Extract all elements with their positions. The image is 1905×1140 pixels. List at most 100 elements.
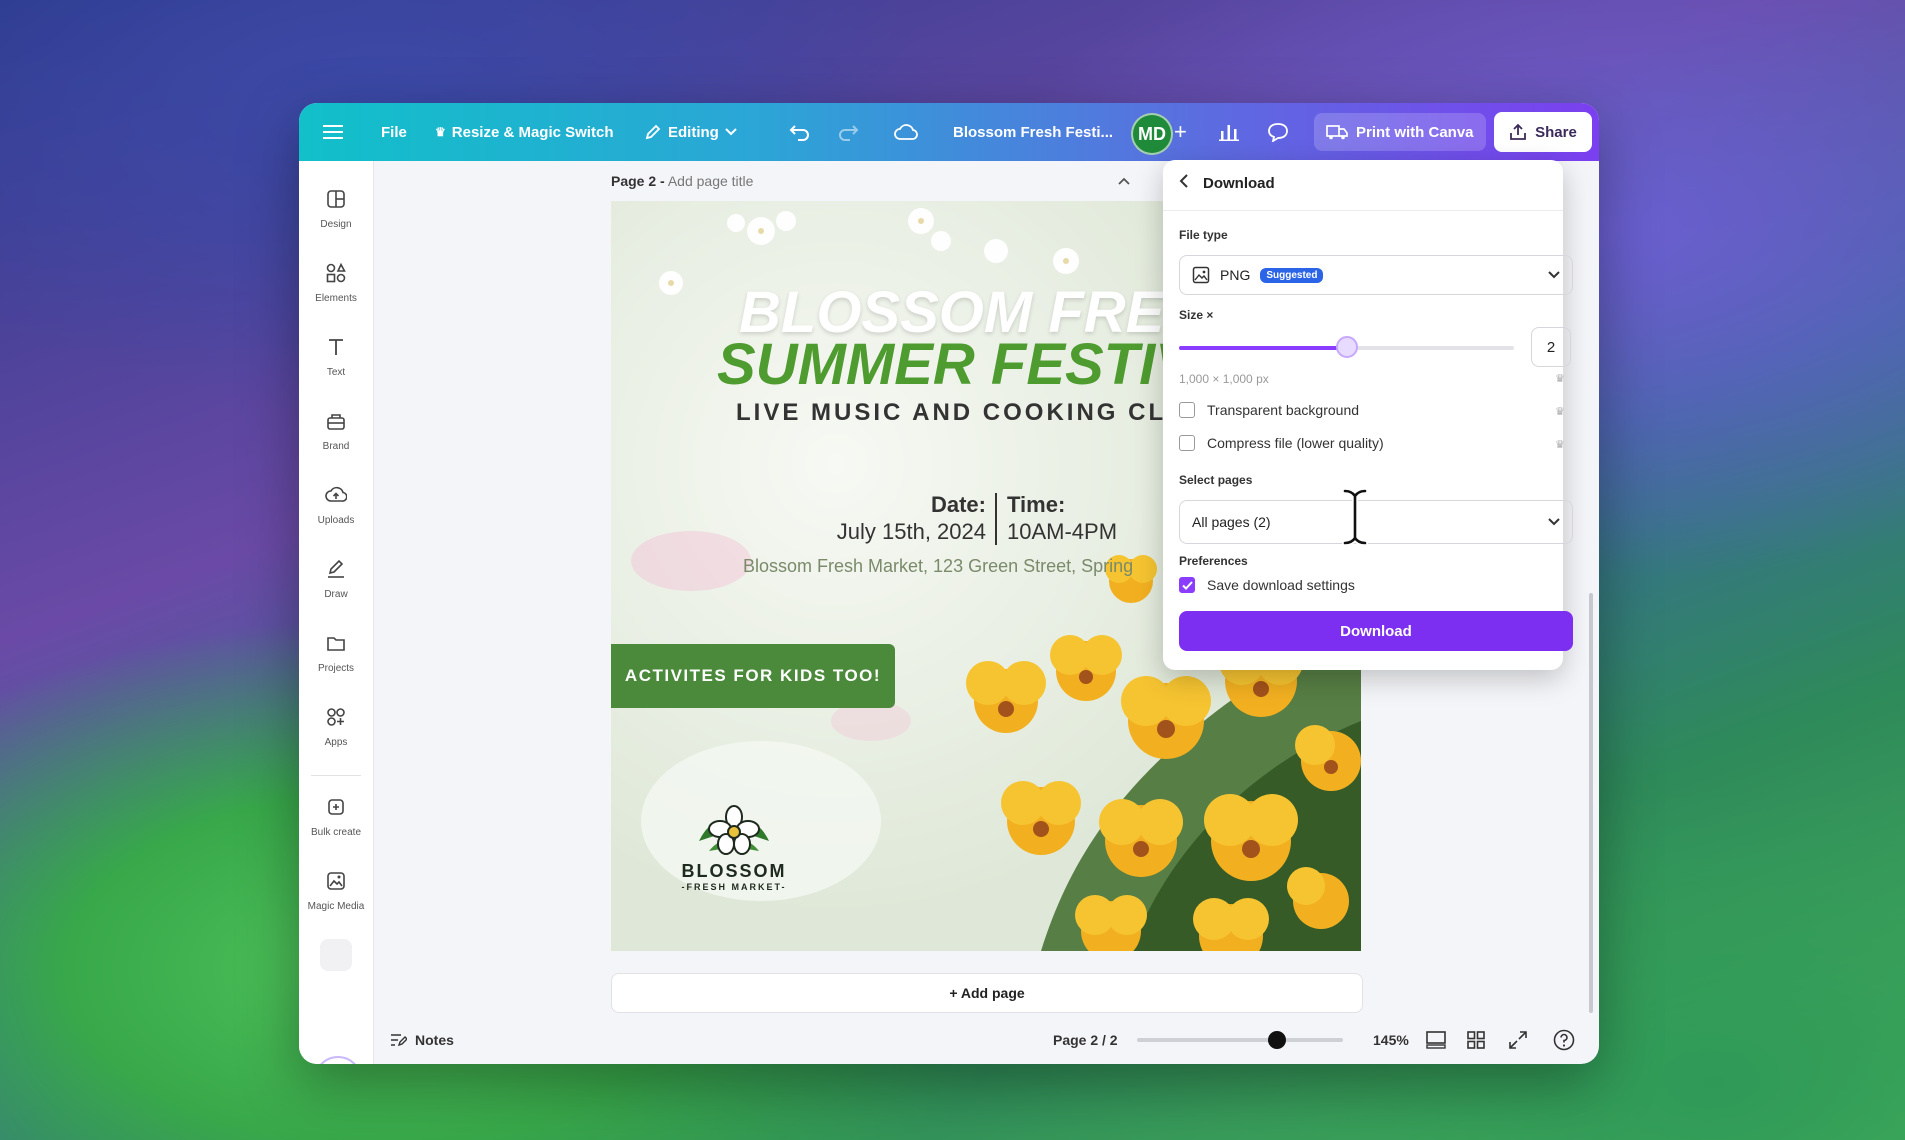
size-label: Size ×	[1179, 308, 1214, 322]
file-type-label: File type	[1179, 228, 1228, 242]
pages-view-button[interactable]	[1426, 1015, 1446, 1064]
projects-icon	[320, 627, 352, 659]
sidebar-item-uploads[interactable]: Uploads	[299, 479, 373, 526]
draw-icon	[320, 553, 352, 585]
text-icon	[320, 331, 352, 363]
sidebar-item-label: Apps	[324, 737, 348, 748]
undo-button[interactable]	[789, 103, 811, 161]
page-view-icon	[1426, 1030, 1446, 1049]
menu-button[interactable]	[323, 103, 343, 161]
design-date-block[interactable]: Date: July 15th, 2024	[826, 491, 986, 545]
vertical-scrollbar[interactable]	[1589, 593, 1593, 1013]
elements-icon	[320, 257, 352, 289]
pencil-icon	[645, 124, 661, 140]
bar-chart-icon	[1219, 125, 1239, 141]
chevron-left-icon	[1179, 174, 1188, 188]
sidebar-item-design[interactable]: Design	[299, 183, 373, 230]
chevron-down-icon	[1548, 271, 1560, 279]
zoom-slider[interactable]	[1137, 1015, 1343, 1064]
checkmark-icon	[1181, 580, 1193, 590]
notes-button[interactable]: Notes	[389, 1015, 454, 1064]
sidebar-item-bulk-create[interactable]: Bulk create	[299, 791, 373, 838]
expand-icon	[1509, 1030, 1527, 1049]
help-icon	[1553, 1029, 1575, 1050]
help-button[interactable]	[1553, 1015, 1575, 1064]
suggested-badge: Suggested	[1260, 267, 1324, 283]
compress-file-option[interactable]: Compress file (lower quality)	[1179, 435, 1384, 451]
download-button[interactable]: Download	[1179, 611, 1573, 651]
compress-file-label: Compress file (lower quality)	[1207, 435, 1384, 451]
download-panel-header: Download	[1179, 174, 1275, 192]
size-slider[interactable]	[1179, 336, 1514, 358]
sidebar-item-magic-media[interactable]: Magic Media	[299, 865, 373, 912]
size-input[interactable]: 2	[1531, 327, 1571, 367]
date-value: July 15th, 2024	[836, 519, 986, 544]
print-label: Print with Canva	[1356, 123, 1474, 141]
resize-magic-switch-button[interactable]: ♛ Resize & Magic Switch	[435, 103, 613, 161]
editing-label: Editing	[668, 123, 719, 141]
comments-button[interactable]	[1267, 103, 1289, 161]
sidebar-item-elements[interactable]: Elements	[299, 257, 373, 304]
insights-button[interactable]	[1219, 103, 1239, 161]
fullscreen-button[interactable]	[1509, 1015, 1527, 1064]
sidebar-item-text[interactable]: Text	[299, 331, 373, 378]
print-with-canva-button[interactable]: Print with Canva	[1314, 113, 1486, 151]
redo-button[interactable]	[837, 103, 859, 161]
zoom-slider-thumb[interactable]	[1268, 1030, 1287, 1049]
download-panel: Download File type PNG Suggested Size × …	[1163, 160, 1573, 670]
save-download-settings-option[interactable]: Save download settings	[1179, 577, 1355, 593]
add-page-button[interactable]: + Add page	[611, 973, 1363, 1013]
transparent-background-label: Transparent background	[1207, 402, 1360, 418]
page-label: Page 2 -	[611, 173, 665, 189]
more-apps-icon[interactable]	[320, 939, 352, 971]
file-menu[interactable]: File	[381, 103, 407, 161]
download-panel-title: Download	[1203, 174, 1275, 192]
sidebar-item-projects[interactable]: Projects	[299, 627, 373, 674]
page-up-button[interactable]	[1117, 173, 1131, 191]
cloud-save-status[interactable]	[894, 103, 918, 161]
editing-mode-dropdown[interactable]: Editing	[644, 103, 737, 161]
back-button[interactable]	[1179, 174, 1189, 192]
bulk-create-icon	[320, 791, 352, 823]
compress-file-checkbox[interactable]	[1179, 435, 1195, 451]
zoom-level[interactable]: 145%	[1373, 1015, 1409, 1064]
file-type-select[interactable]: PNG Suggested	[1179, 255, 1573, 295]
transparent-background-option[interactable]: Transparent background	[1179, 402, 1359, 418]
design-subtitle[interactable]: LIVE MUSIC AND COOKING CLA	[736, 399, 1186, 427]
design-title-line2[interactable]: SUMMER FESTIV	[717, 331, 1194, 398]
select-pages-dropdown[interactable]: All pages (2)	[1179, 500, 1573, 544]
transparent-background-checkbox[interactable]	[1179, 402, 1195, 418]
sidebar-item-draw[interactable]: Draw	[299, 553, 373, 600]
truck-icon	[1326, 125, 1348, 140]
size-slider-thumb[interactable]	[1335, 336, 1358, 358]
chevron-down-icon	[725, 128, 737, 136]
brand-icon	[320, 405, 352, 437]
add-collaborator-button[interactable]: +	[1174, 103, 1187, 161]
pro-crown-icon: ♛	[1555, 439, 1565, 451]
select-pages-label: Select pages	[1179, 473, 1253, 487]
sidebar-item-label: Uploads	[317, 515, 355, 526]
sidebar-item-apps[interactable]: Apps	[299, 701, 373, 748]
document-title[interactable]: Blossom Fresh Festi...	[953, 103, 1113, 161]
blossom-logo[interactable]: BLOSSOM -FRESH MARKET-	[679, 801, 789, 892]
redo-icon	[839, 125, 859, 141]
page-indicator[interactable]: Page 2 / 2	[1053, 1015, 1118, 1064]
date-label: Date:	[930, 492, 986, 517]
undo-icon	[789, 125, 809, 141]
hamburger-menu-icon	[323, 125, 343, 139]
save-settings-checkbox[interactable]	[1179, 577, 1195, 593]
sidebar-item-brand[interactable]: Brand	[299, 405, 373, 452]
grid-view-button[interactable]	[1467, 1015, 1485, 1064]
flower-logo-icon	[699, 805, 769, 855]
magic-assistant-button[interactable]	[314, 1056, 362, 1064]
sidebar-item-label: Bulk create	[310, 827, 362, 838]
pro-crown-icon: ♛	[1555, 406, 1565, 418]
left-sidebar: Design Elements Text Brand Uploads Draw …	[299, 161, 374, 1064]
design-address[interactable]: Blossom Fresh Market, 123 Green Street, …	[743, 556, 1133, 577]
kids-activities-banner[interactable]: ACTIVITES FOR KIDS TOO!	[611, 644, 895, 708]
top-toolbar: File ♛ Resize & Magic Switch Editing Blo…	[299, 103, 1599, 161]
cloud-check-icon	[894, 124, 918, 140]
avatar[interactable]: MD	[1131, 113, 1173, 155]
add-page-title[interactable]: Add page title	[668, 173, 754, 189]
share-button[interactable]: Share	[1494, 112, 1592, 152]
